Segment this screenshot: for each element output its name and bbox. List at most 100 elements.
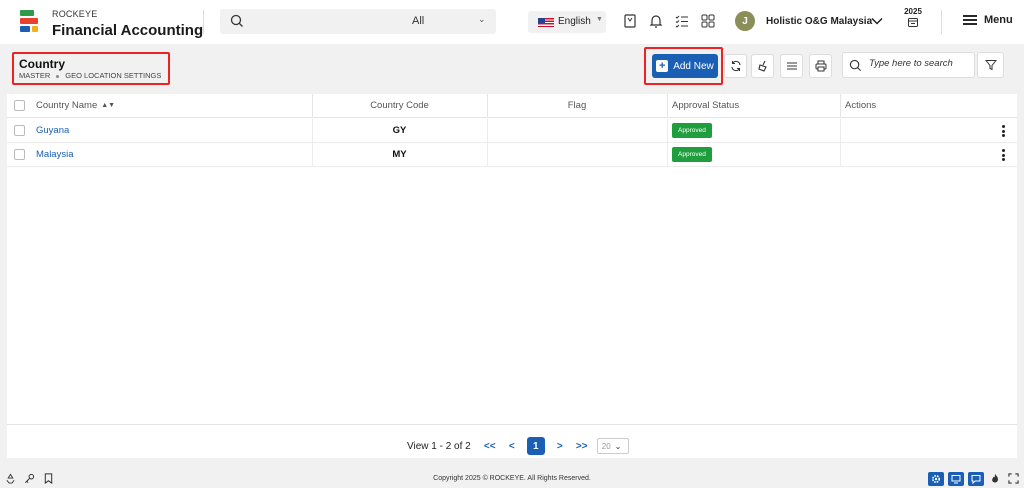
- pagination: View 1 - 2 of 2 << < 1 > >> 20 ⌄: [407, 437, 629, 455]
- column-header-country-name[interactable]: Country Name ▲▼: [31, 94, 312, 117]
- pager-divider: [7, 424, 1017, 425]
- country-grid: Country Name ▲▼ Country Code Flag Approva…: [7, 94, 1017, 458]
- search-icon: [230, 14, 243, 27]
- table-row[interactable]: Guyana GY Approved: [7, 119, 1017, 143]
- more-actions-icon[interactable]: [1002, 149, 1005, 163]
- more-actions-icon[interactable]: [1002, 125, 1005, 139]
- approval-status-cell: Approved: [667, 119, 840, 142]
- chat-icon: [971, 475, 981, 484]
- page-size-select[interactable]: 20 ⌄: [596, 438, 629, 454]
- plus-icon: +: [656, 60, 669, 72]
- current-page-button[interactable]: 1: [526, 437, 545, 455]
- us-flag-icon: [538, 18, 554, 27]
- country-code: GY: [392, 125, 407, 136]
- row-checkbox[interactable]: [13, 125, 25, 136]
- country-name-link[interactable]: Malaysia: [36, 149, 74, 160]
- country-name-link[interactable]: Guyana: [36, 125, 69, 136]
- status-badge: Approved: [672, 147, 712, 162]
- page-title-area: Country MASTER GEO LOCATION SETTINGS: [12, 52, 170, 85]
- header-divider: [941, 10, 942, 34]
- country-code-cell: GY: [312, 119, 487, 142]
- settings-button[interactable]: [928, 472, 944, 486]
- grid-search[interactable]: [842, 52, 975, 78]
- rockeye-logo[interactable]: [20, 10, 40, 34]
- list-icon: [786, 62, 797, 70]
- prev-page-button[interactable]: <: [501, 441, 523, 452]
- language-select[interactable]: English ▼: [528, 11, 606, 33]
- column-header-actions: Actions: [840, 94, 1017, 117]
- actions-cell: [840, 119, 1017, 142]
- fire-icon[interactable]: [990, 473, 1000, 484]
- bell-icon[interactable]: [648, 13, 664, 29]
- header-divider: [203, 10, 204, 34]
- country-code: MY: [392, 149, 407, 160]
- approval-status-cell: Approved: [667, 143, 840, 166]
- copyright-text: Copyright 2025 © ROCKEYE. All Rights Res…: [433, 475, 591, 482]
- filter-icon: [984, 60, 997, 71]
- hamburger-icon: [963, 15, 977, 25]
- column-label: Country Name: [36, 100, 98, 111]
- checklist-icon[interactable]: [674, 13, 690, 29]
- country-code-cell: MY: [312, 143, 487, 166]
- calendar-icon: [908, 18, 918, 27]
- pager-summary: View 1 - 2 of 2: [407, 440, 471, 452]
- search-icon: [849, 59, 862, 72]
- refresh-icon: [730, 60, 741, 72]
- column-header-approval-status[interactable]: Approval Status: [667, 94, 840, 117]
- breadcrumb-separator: [56, 74, 60, 78]
- apps-grid-icon[interactable]: [700, 13, 716, 29]
- menu-label: Menu: [984, 14, 1013, 26]
- global-search[interactable]: All ⌄: [220, 9, 496, 34]
- refresh-button[interactable]: [724, 54, 747, 78]
- column-label: Country Code: [370, 100, 429, 111]
- clear-filter-button[interactable]: [751, 54, 774, 78]
- print-icon: [815, 60, 826, 72]
- monitor-button[interactable]: [948, 472, 964, 486]
- caret-down-icon: ▼: [596, 16, 603, 23]
- chevron-down-icon: ⌄: [478, 14, 486, 24]
- row-checkbox[interactable]: [13, 149, 25, 160]
- flag-cell: [487, 143, 667, 166]
- footer: Copyright 2025 © ROCKEYE. All Rights Res…: [0, 468, 1024, 488]
- actions-cell: [840, 143, 1017, 166]
- country-name-cell: Guyana: [31, 119, 312, 142]
- financial-year-picker[interactable]: 2025: [900, 7, 926, 31]
- chevron-down-icon: ⌄: [614, 441, 622, 451]
- grid-search-input[interactable]: [869, 58, 969, 69]
- fullscreen-icon[interactable]: [1008, 473, 1019, 484]
- chat-button[interactable]: [968, 472, 984, 486]
- print-button[interactable]: [809, 54, 832, 78]
- app-brand: ROCKEYE Financial Accounting: [52, 9, 203, 39]
- breadcrumb-item[interactable]: GEO LOCATION SETTINGS: [65, 71, 161, 80]
- language-label: English: [558, 16, 591, 27]
- monitor-icon: [951, 475, 961, 484]
- bookmark-icon[interactable]: [622, 13, 638, 29]
- filter-button[interactable]: [977, 52, 1004, 78]
- next-page-button[interactable]: >: [549, 441, 571, 452]
- menu-button[interactable]: Menu: [962, 14, 1013, 26]
- chevron-down-icon[interactable]: [870, 14, 884, 28]
- country-name-cell: Malaysia: [31, 143, 312, 166]
- column-header-flag[interactable]: Flag: [487, 94, 667, 117]
- table-row[interactable]: Malaysia MY Approved: [7, 143, 1017, 167]
- add-new-button[interactable]: + Add New: [652, 54, 718, 78]
- page-size-value: 20: [601, 441, 611, 451]
- select-all-checkbox[interactable]: [13, 100, 25, 111]
- columns-button[interactable]: [780, 54, 803, 78]
- organization-name[interactable]: Holistic O&G Malaysia: [766, 16, 872, 27]
- breadcrumb: MASTER GEO LOCATION SETTINGS: [19, 71, 161, 80]
- column-label: Flag: [567, 100, 587, 111]
- gear-icon: [931, 474, 941, 484]
- broom-icon: [757, 60, 767, 72]
- column-header-country-code[interactable]: Country Code: [312, 94, 487, 117]
- flag-cell: [487, 119, 667, 142]
- status-badge: Approved: [672, 123, 712, 138]
- user-avatar[interactable]: J: [735, 11, 755, 31]
- top-header: ROCKEYE Financial Accounting All ⌄ Engli…: [0, 0, 1024, 44]
- column-label: Actions: [845, 100, 877, 111]
- first-page-button[interactable]: <<: [479, 441, 501, 452]
- last-page-button[interactable]: >>: [571, 441, 593, 452]
- search-scope-select[interactable]: All: [412, 15, 424, 27]
- sort-icon[interactable]: ▲▼: [101, 102, 115, 109]
- breadcrumb-item[interactable]: MASTER: [19, 71, 50, 80]
